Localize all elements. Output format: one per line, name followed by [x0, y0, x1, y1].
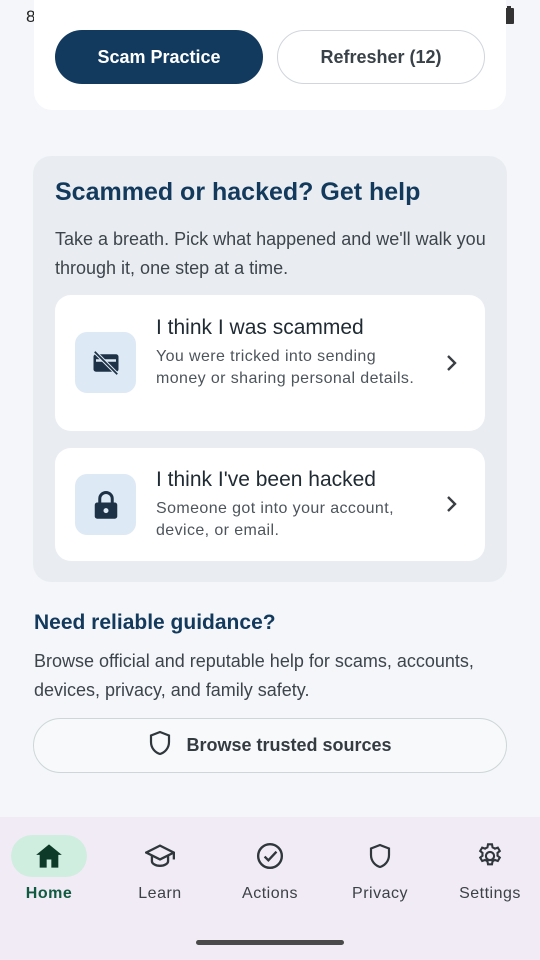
nav-learn[interactable]: Learn	[105, 835, 215, 903]
home-indicator[interactable]	[196, 940, 344, 945]
check-circle-icon	[232, 835, 308, 877]
nav-learn-label: Learn	[138, 885, 182, 902]
nav-actions-label: Actions	[242, 885, 298, 902]
shield-icon	[342, 835, 418, 877]
scammed-title: I think I was scammed	[156, 316, 364, 339]
nav-actions[interactable]: Actions	[215, 835, 325, 903]
hacked-option[interactable]: I think I've been hacked Someone got int…	[55, 448, 485, 561]
home-icon	[11, 835, 87, 877]
help-title: Scammed or hacked? Get help	[55, 178, 421, 206]
browse-button-label: Browse trusted sources	[186, 735, 392, 755]
nav-settings[interactable]: Settings	[435, 835, 540, 903]
nav-privacy-label: Privacy	[352, 885, 408, 902]
nav-home-label: Home	[25, 885, 73, 902]
scam-practice-button[interactable]: Scam Practice	[55, 30, 263, 84]
nav-privacy[interactable]: Privacy	[325, 835, 435, 903]
shield-icon	[148, 730, 172, 761]
refresher-button[interactable]: Refresher (12)	[277, 30, 485, 84]
gear-icon	[452, 835, 528, 877]
lock-icon	[75, 474, 136, 535]
chevron-right-icon	[443, 495, 461, 513]
guidance-description: Browse official and reputable help for s…	[34, 651, 474, 700]
graduation-cap-icon	[122, 835, 198, 877]
chevron-right-icon	[443, 354, 461, 372]
hacked-title: I think I've been hacked	[156, 468, 376, 491]
browse-trusted-sources-button[interactable]: Browse trusted sources	[33, 718, 507, 773]
scammed-subtitle: You were tricked into sending money or s…	[156, 348, 415, 387]
help-description: Take a breath. Pick what happened and we…	[55, 229, 486, 278]
bottom-nav: Home Learn Actions Privacy Settings	[0, 817, 540, 960]
nav-settings-label: Settings	[459, 885, 521, 902]
hacked-subtitle: Someone got into your account, device, o…	[156, 500, 394, 539]
card-off-icon	[75, 332, 136, 393]
scammed-option[interactable]: I think I was scammed You were tricked i…	[55, 295, 485, 431]
guidance-title: Need reliable guidance?	[34, 611, 276, 634]
nav-home[interactable]: Home	[0, 835, 104, 903]
